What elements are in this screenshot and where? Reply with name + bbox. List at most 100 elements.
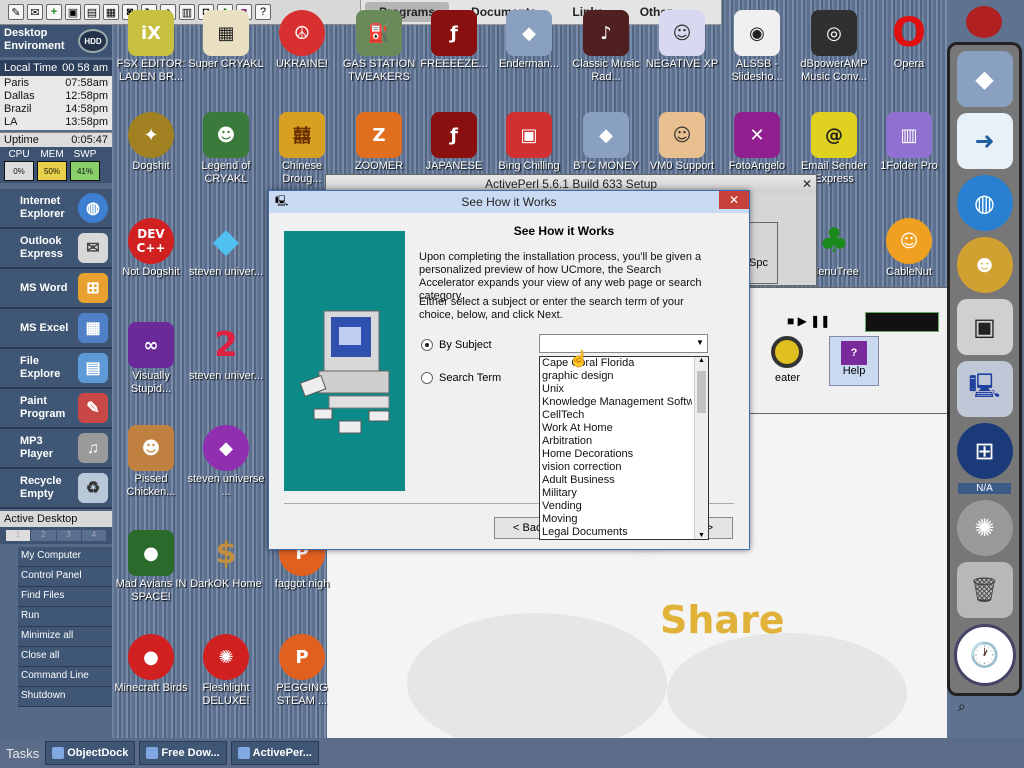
dropdown-scrollbar[interactable]: ▲ ▼ bbox=[694, 357, 708, 539]
subject-dropdown-list[interactable]: Cape Coral Florida graphic design Unix K… bbox=[539, 356, 709, 540]
command-run[interactable]: Run bbox=[18, 607, 112, 627]
play-control-icons[interactable]: ■ ▶ ❚❚ bbox=[787, 314, 830, 328]
dock-clock-icon[interactable]: 🕐 bbox=[953, 624, 1016, 686]
task-objectdock[interactable]: ObjectDock bbox=[45, 741, 136, 765]
dock-windows-orb-icon[interactable]: ⊞ bbox=[956, 423, 1013, 479]
desktop-page-button[interactable]: 3 bbox=[56, 530, 81, 541]
launcher-ms-excel[interactable]: MS Excel ▦ bbox=[0, 309, 112, 349]
desktop-icon[interactable]: ✕ FotoAngelo bbox=[718, 112, 796, 173]
command-control-panel[interactable]: Control Panel bbox=[18, 567, 112, 587]
desktop-icon[interactable]: ◆ Enderman... bbox=[490, 10, 568, 71]
command-line[interactable]: Command Line bbox=[18, 667, 112, 687]
command-my-computer[interactable]: My Computer bbox=[18, 547, 112, 567]
note-icon[interactable]: ✉ bbox=[27, 4, 43, 20]
desktop-page-button[interactable]: 4 bbox=[81, 530, 106, 541]
launcher-mp3-player[interactable]: MP3 Player ♫ bbox=[0, 429, 112, 469]
desktop-icon[interactable]: 2 steven univer... bbox=[187, 322, 265, 383]
list-item[interactable]: Unix bbox=[542, 383, 692, 396]
command-close-all[interactable]: Close all bbox=[18, 647, 112, 667]
desktop-icon[interactable]: $ DarkOK Home bbox=[187, 530, 265, 591]
radio-by-subject[interactable]: By Subject bbox=[421, 339, 492, 351]
chevron-down-icon[interactable]: ▼ bbox=[695, 532, 708, 539]
desktop-icon[interactable]: ☺ VM0 Support bbox=[643, 112, 721, 173]
dock-gear-icon[interactable]: ✺ bbox=[956, 500, 1013, 556]
launcher-internet-explorer[interactable]: Internet Explorer ◍ bbox=[0, 189, 112, 229]
list-item[interactable]: Legal Documents bbox=[542, 526, 692, 539]
desktop-icon[interactable]: ◆ steven universe ... bbox=[187, 425, 265, 499]
launcher-recycle-empty[interactable]: Recycle Empty ♻ bbox=[0, 469, 112, 509]
desktop-icon[interactable]: ● Mad Avians IN SPACE! bbox=[112, 530, 190, 604]
desktop-icon[interactable]: ƒ FREEEEZE... bbox=[415, 10, 493, 71]
list-item[interactable]: Home Decorations bbox=[542, 448, 692, 461]
desktop-icon[interactable]: ☻ Legend of CRYAKL bbox=[187, 112, 265, 186]
desktop-icon[interactable]: ∞ Visually Stupid... bbox=[112, 322, 190, 396]
help-button[interactable]: ? Help bbox=[829, 336, 879, 386]
list-item[interactable]: CellTech bbox=[542, 409, 692, 422]
desktop-icon[interactable]: ◆ BTC MONEY bbox=[567, 112, 645, 173]
launcher-paint-program[interactable]: Paint Program ✎ bbox=[0, 389, 112, 429]
desktop-icon[interactable]: ⛽ GAS STATION TWEAKERS bbox=[340, 10, 418, 84]
close-icon[interactable]: ✕ bbox=[719, 191, 749, 209]
desktop-icon[interactable]: DEV C++ Not Dogshit bbox=[112, 218, 190, 279]
task-activeperl[interactable]: ActivePer... bbox=[230, 741, 319, 765]
list-item[interactable]: Vending bbox=[542, 500, 692, 513]
desktop-icon[interactable]: ● Minecraft Birds bbox=[112, 634, 190, 695]
list-item[interactable]: Work At Home bbox=[542, 422, 692, 435]
desktop-icon[interactable]: ◎ dBpowerAMP Music Conv... bbox=[795, 10, 873, 84]
desktop-icon[interactable]: iX FSX EDITOR: LADEN BR... bbox=[112, 10, 190, 84]
radio-search-term[interactable]: Search Term bbox=[421, 372, 501, 384]
monitor-icon[interactable]: ▣ bbox=[65, 4, 81, 20]
desktop-icon[interactable]: ◆ steven univer... bbox=[187, 218, 265, 279]
desktop-icon[interactable]: O Opera bbox=[870, 10, 948, 71]
search-icon[interactable]: ⌕ bbox=[958, 698, 966, 715]
list-item[interactable]: vision correction bbox=[542, 461, 692, 474]
dock-computer-icon[interactable]: 🖳 bbox=[956, 361, 1013, 417]
list-item[interactable]: Adult Business bbox=[542, 474, 692, 487]
dock-trash-icon[interactable]: 🗑 bbox=[956, 562, 1013, 618]
desktop-icon[interactable]: P PEGGING STEAM ... bbox=[263, 634, 341, 708]
close-icon[interactable]: ✕ bbox=[802, 175, 812, 193]
desktop-icon[interactable]: ☮ UKRAINE! bbox=[263, 10, 341, 71]
list-item[interactable]: Arbitration bbox=[542, 435, 692, 448]
command-shutdown[interactable]: Shutdown bbox=[18, 687, 112, 707]
subject-combobox[interactable]: ▼ bbox=[539, 334, 708, 353]
dock-globe-icon[interactable]: ◍ bbox=[956, 175, 1013, 231]
task-free-download[interactable]: Free Dow... bbox=[139, 741, 227, 765]
launcher-file-explore[interactable]: File Explore ▤ bbox=[0, 349, 112, 389]
chevron-up-icon[interactable]: ▲ bbox=[695, 357, 708, 364]
desktop-icon[interactable]: ☺ CableNut bbox=[870, 218, 948, 279]
paint-icon[interactable]: ✎ bbox=[8, 4, 24, 20]
list-item[interactable]: Knowledge Management Software bbox=[542, 396, 692, 409]
chevron-down-icon[interactable]: ▼ bbox=[693, 335, 707, 350]
command-find-files[interactable]: Find Files bbox=[18, 587, 112, 607]
list-item[interactable]: graphic design bbox=[542, 370, 692, 383]
desktop-icon[interactable]: ▥ 1Folder Pro bbox=[870, 112, 948, 173]
launcher-outlook-express[interactable]: Outlook Express ✉ bbox=[0, 229, 112, 269]
dock-arrow-icon[interactable]: ➜ bbox=[956, 113, 1013, 169]
scrollbar-thumb[interactable] bbox=[697, 371, 706, 413]
desktop-icon[interactable]: ƒ JAPANESE bbox=[415, 112, 493, 173]
dock-diamond-icon[interactable]: ◆ bbox=[956, 51, 1013, 107]
dock-bear-icon[interactable]: ☻ bbox=[956, 237, 1013, 293]
desktop-icon[interactable]: ☺ NEGATIVE XP bbox=[643, 10, 721, 71]
desktop-icon[interactable]: ✺ Fleshlight DELUXE! bbox=[187, 634, 265, 708]
command-minimize-all[interactable]: Minimize all bbox=[18, 627, 112, 647]
launcher-ms-word[interactable]: MS Word ⊞ bbox=[0, 269, 112, 309]
desktop-icon[interactable]: ▦ Super CRYAKL bbox=[187, 10, 265, 71]
dock-monitor-icon[interactable]: ▣ bbox=[956, 299, 1013, 355]
mascot-icon[interactable] bbox=[966, 6, 1002, 38]
desktop-icon[interactable]: ▣ Bing Chilling bbox=[490, 112, 568, 173]
desktop-icon[interactable]: ☻ Pissed Chicken... bbox=[112, 425, 190, 499]
folder-icon: ▤ bbox=[78, 353, 108, 383]
desktop-page-button[interactable]: 1 bbox=[6, 530, 31, 541]
plus-icon[interactable]: + bbox=[46, 4, 62, 20]
desktop-icon[interactable]: Z ZOOMER bbox=[340, 112, 418, 173]
desktop-icon[interactable]: ✦ Dogshit bbox=[112, 112, 190, 173]
list-item[interactable]: Moving bbox=[542, 513, 692, 526]
photo-icon[interactable]: ▤ bbox=[84, 4, 100, 20]
desktop-page-button[interactable]: 2 bbox=[31, 530, 56, 541]
list-item[interactable]: Cape Coral Florida bbox=[542, 357, 692, 370]
desktop-icon[interactable]: ◉ ALSSB - Slidesho... bbox=[718, 10, 796, 84]
desktop-icon[interactable]: ♪ Classic Music Rad... bbox=[567, 10, 645, 84]
list-item[interactable]: Military bbox=[542, 487, 692, 500]
